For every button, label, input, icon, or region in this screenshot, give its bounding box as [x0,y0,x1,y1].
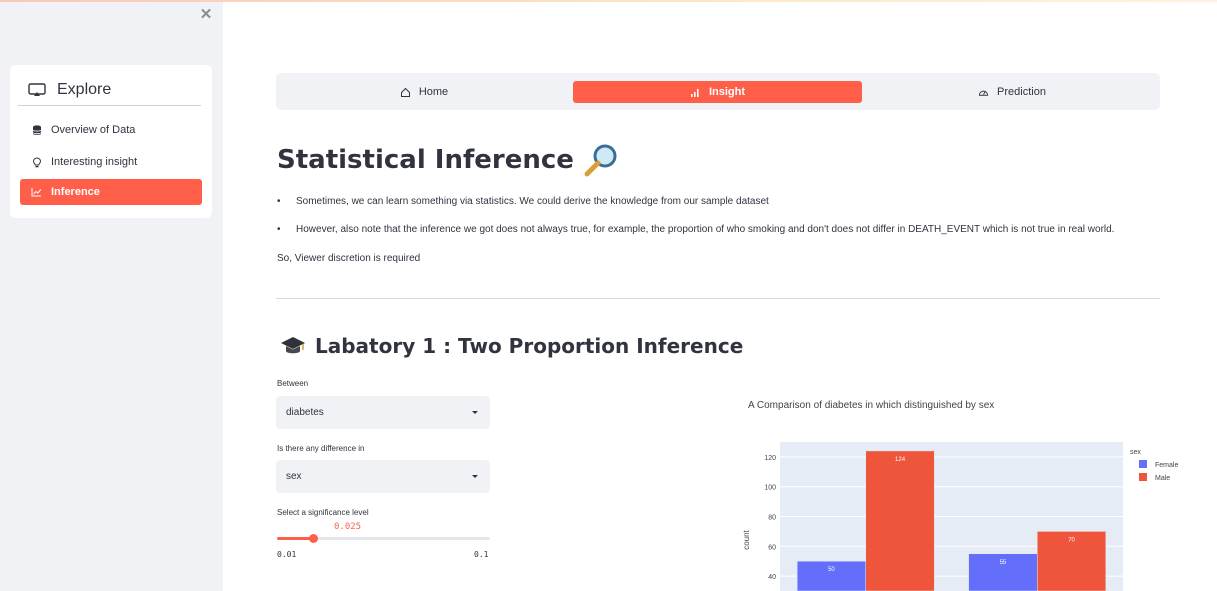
chart-title: A Comparison of diabetes in which distin… [748,400,995,411]
bar-value-label: 124 [895,457,906,463]
page-title: Statistical Inference [277,143,620,177]
y-axis-label: count [742,529,751,549]
y-tick-label: 40 [768,574,776,581]
menu-header: Explore [28,79,111,101]
significance-label: Select a significance level [277,508,369,517]
legend-label: Male [1155,475,1170,482]
slider-thumb[interactable] [308,534,318,543]
significance-slider[interactable] [277,534,490,543]
bar-value-label: 55 [1000,560,1007,566]
difference-select-value: sex [286,471,302,482]
slider-fill [277,537,313,540]
sidebar-item-interesting-insight[interactable]: Interesting insight [20,149,202,175]
chevron-down-icon [472,475,478,478]
between-select-value: diabetes [286,407,324,418]
tab-prediction[interactable]: Prediction [866,81,1158,103]
between-select[interactable]: diabetes [276,396,490,429]
bar-chart: 40 60 80 100 120 count 50 124 55 70 sex Female Male [742,442,1178,591]
y-tick-label: 80 [768,515,776,522]
list-item: • Sometimes, we can learn something via … [277,196,769,207]
close-icon[interactable]: ✕ [199,7,213,22]
lightbulb-icon [31,156,42,168]
between-label: Between [277,379,309,388]
chevron-down-icon [472,411,478,414]
y-tick-label: 120 [764,455,776,462]
sidebar-item-label: Inference [51,186,100,198]
bullet-dot: • [277,196,281,207]
magnifier-icon [584,144,617,177]
legend-swatch [1139,473,1147,481]
tab-label: Home [418,86,449,98]
bar-value-label: 50 [828,567,835,573]
sidebar-item-inference[interactable]: Inference [20,179,202,205]
slider-value: 0.025 [334,522,362,532]
menu-divider [18,105,201,106]
legend-title: sex [1130,449,1141,456]
section-divider [276,298,1160,299]
tab-label: Prediction [997,86,1046,98]
tab-insight[interactable]: Insight [573,81,862,103]
sidebar-item-label: Interesting insight [51,156,138,168]
page-title-text: Statistical Inference [277,145,574,175]
bar-chart-icon [690,87,701,98]
database-icon [31,124,42,136]
tab-home[interactable]: Home [278,81,570,103]
bar-male [865,450,935,591]
sidebar: ✕ Explore Overview of Data Interesting i… [0,2,223,591]
legend-label: Female [1155,462,1178,469]
sidebar-item-label: Overview of Data [51,124,136,136]
list-item: • However, also note that the inference … [277,224,1114,235]
y-tick-label: 100 [764,485,776,492]
section-title-text: Labatory 1 : Two Proportion Inference [315,334,744,358]
bullet-text: Sometimes, we can learn something via st… [296,196,769,207]
screen-cast-icon [28,83,46,96]
bullet-text: However, also note that the inference we… [296,224,1115,235]
home-icon [400,87,411,98]
y-tick-label: 60 [768,544,776,551]
legend-swatch [1139,460,1147,468]
bar-value-label: 70 [1068,537,1075,543]
speedometer-icon [978,87,989,98]
section-title: Labatory 1 : Two Proportion Inference [279,334,743,358]
bar-female [796,560,866,591]
tab-label: Insight [708,86,746,98]
slider-max-label: 0.1 [474,550,489,559]
graduation-cap-icon [281,337,305,354]
sidebar-menu: Explore Overview of Data Interesting ins… [10,65,212,218]
menu-title: Explore [57,81,112,98]
discretion-note: So, Viewer discretion is required [277,253,421,264]
line-chart-icon [31,187,42,198]
slider-min-label: 0.01 [277,550,297,559]
sidebar-item-overview[interactable]: Overview of Data [20,117,202,143]
bullet-dot: • [277,224,281,235]
top-nav: Home Insight Prediction [276,73,1160,110]
difference-label: Is there any difference in [277,444,365,453]
difference-select[interactable]: sex [276,460,490,493]
